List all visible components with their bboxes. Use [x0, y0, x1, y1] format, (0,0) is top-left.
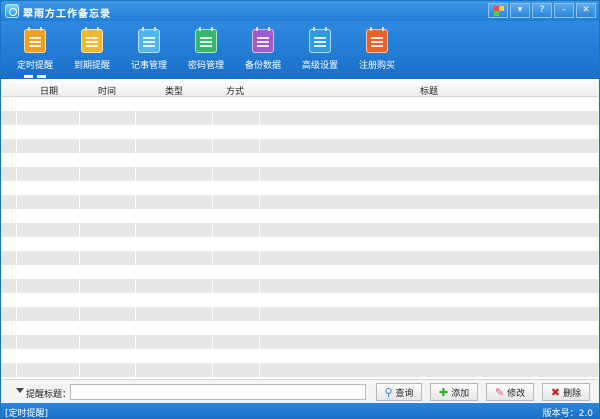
toolbar-item-label: 记事管理	[130, 61, 167, 71]
delete-button[interactable]: ✖ 删除	[542, 383, 590, 401]
toolbar-item-due-reminder[interactable]: 到期提醒	[67, 27, 117, 71]
column-header-method[interactable]: 方式	[226, 84, 244, 97]
title-bar[interactable]: 翠雨方工作备忘录 ▾ ? – ✕	[1, 1, 599, 21]
app-window: 翠雨方工作备忘录 ▾ ? – ✕ 定时提醒 到期提醒 记事管理 密码管理 备份数…	[0, 0, 600, 419]
menu-dropdown-button[interactable]: ▾	[510, 3, 530, 18]
app-logo-icon	[5, 4, 19, 18]
help-button[interactable]: ?	[532, 3, 552, 18]
table-row[interactable]	[2, 237, 598, 251]
table-row[interactable]	[2, 209, 598, 223]
search-label: 提醒标题：	[26, 390, 72, 400]
reminder-table[interactable]: 日期 时间 类型 方式 标题	[2, 79, 598, 379]
collapse-arrow-icon[interactable]	[16, 388, 24, 393]
toolbar-item-timed-reminder[interactable]: 定时提醒	[10, 27, 60, 78]
reminder-title-input[interactable]	[70, 384, 366, 400]
table-row[interactable]	[2, 195, 598, 209]
query-button-label: 查询	[395, 388, 414, 399]
column-header-type[interactable]: 类型	[165, 84, 183, 97]
window-controls: ▾ ? – ✕	[488, 3, 596, 18]
table-row[interactable]	[2, 335, 598, 349]
table-row[interactable]	[2, 181, 598, 195]
column-header-title[interactable]: 标题	[420, 84, 438, 97]
table-header: 日期 时间 类型 方式 标题	[2, 79, 598, 97]
toolbar-item-label: 注册购买	[358, 61, 395, 71]
backup-icon	[252, 27, 274, 53]
toolbar-item-advanced-settings[interactable]: 高级设置	[295, 27, 345, 71]
calendar-clock-icon	[24, 27, 46, 53]
plus-icon: ✚	[438, 385, 449, 399]
column-divider	[259, 97, 260, 379]
status-bar: [定时提醒] 版本号：2.0	[1, 403, 599, 419]
calendar-check-icon	[81, 27, 103, 53]
table-row[interactable]	[2, 251, 598, 265]
column-divider	[79, 97, 80, 379]
password-lock-icon	[195, 27, 217, 53]
table-row[interactable]	[2, 265, 598, 279]
minimize-button[interactable]: –	[554, 3, 574, 18]
column-divider	[212, 97, 213, 379]
table-row[interactable]	[2, 125, 598, 139]
toolbar-item-label: 到期提醒	[73, 61, 110, 71]
add-button-label: 添加	[451, 388, 470, 399]
search-bar: 提醒标题： ⚲ 查询 ✚ 添加 ✎ 修改 ✖ 删除	[2, 379, 598, 403]
version-label: 版本号：2.0	[542, 409, 593, 419]
table-row[interactable]	[2, 223, 598, 237]
edit-button-label: 修改	[507, 388, 526, 399]
settings-gear-icon	[309, 27, 331, 53]
table-row[interactable]	[2, 97, 598, 111]
add-button[interactable]: ✚ 添加	[430, 383, 478, 401]
toolbar-item-label: 密码管理	[187, 61, 224, 71]
table-row[interactable]	[2, 167, 598, 181]
table-row[interactable]	[2, 153, 598, 167]
toolbar-item-register[interactable]: 注册购买	[352, 27, 402, 71]
toolbar-item-notes[interactable]: 记事管理	[124, 27, 174, 71]
toolbar-item-label: 定时提醒	[16, 61, 53, 71]
main-toolbar: 定时提醒 到期提醒 记事管理 密码管理 备份数据 高级设置 注册购买	[1, 21, 599, 79]
column-header-date[interactable]: 日期	[40, 84, 58, 97]
active-indicator	[24, 75, 46, 78]
register-icon	[366, 27, 388, 53]
notebook-icon	[138, 27, 160, 53]
toolbar-item-label: 备份数据	[244, 61, 281, 71]
column-divider	[16, 97, 17, 379]
skin-icon-part	[499, 11, 504, 16]
column-divider	[135, 97, 136, 379]
table-row[interactable]	[2, 139, 598, 153]
status-current-module: [定时提醒]	[5, 409, 49, 419]
table-row[interactable]	[2, 279, 598, 293]
table-row[interactable]	[2, 111, 598, 125]
table-row[interactable]	[2, 349, 598, 363]
edit-button[interactable]: ✎ 修改	[486, 383, 534, 401]
toolbar-item-passwords[interactable]: 密码管理	[181, 27, 231, 71]
delete-x-icon: ✖	[550, 385, 561, 399]
table-row[interactable]	[2, 363, 598, 377]
column-header-time[interactable]: 时间	[98, 84, 116, 97]
table-row[interactable]	[2, 307, 598, 321]
skin-button[interactable]	[488, 3, 508, 18]
delete-button-label: 删除	[563, 388, 582, 399]
toolbar-item-label: 高级设置	[301, 61, 338, 71]
table-row[interactable]	[2, 293, 598, 307]
close-button[interactable]: ✕	[576, 3, 596, 18]
table-row[interactable]	[2, 321, 598, 335]
window-title: 翠雨方工作备忘录	[23, 9, 111, 20]
search-icon: ⚲	[384, 385, 393, 399]
query-button[interactable]: ⚲ 查询	[376, 383, 422, 401]
pencil-icon: ✎	[494, 385, 505, 399]
toolbar-item-backup[interactable]: 备份数据	[238, 27, 288, 71]
